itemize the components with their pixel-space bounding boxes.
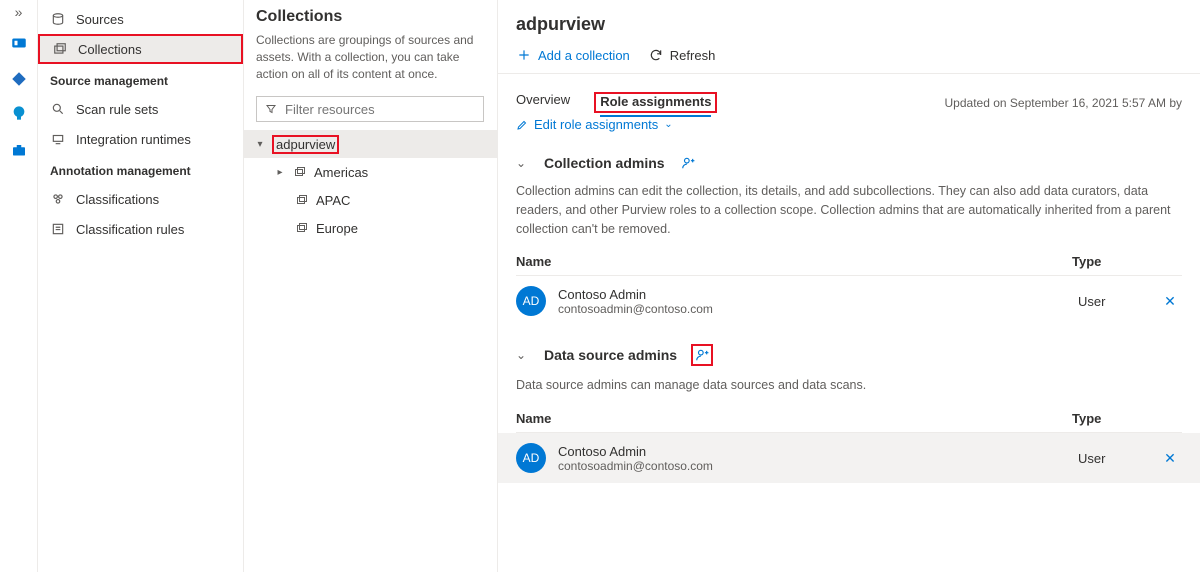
collections-tree-panel: Collections Collections are groupings of…: [244, 0, 498, 572]
avatar: AD: [516, 286, 546, 316]
sidebar-item-scan-rule-sets[interactable]: Scan rule sets: [38, 94, 243, 124]
section-title: Collection admins: [544, 155, 665, 171]
sidebar-item-label: Classifications: [76, 192, 159, 207]
table-row: AD Contoso Admin contosoadmin@contoso.co…: [498, 433, 1200, 483]
edit-label: Edit role assignments: [534, 117, 658, 132]
pencil-icon: [516, 119, 528, 131]
person-type: User: [1078, 294, 1158, 309]
collections-icon: [52, 42, 68, 56]
rail-insights-icon[interactable]: [6, 102, 32, 128]
collection-icon: [294, 222, 310, 234]
page-title: adpurview: [516, 14, 1182, 35]
refresh-button[interactable]: Refresh: [648, 47, 716, 63]
table-row: AD Contoso Admin contosoadmin@contoso.co…: [516, 276, 1182, 326]
classification-rules-icon: [50, 222, 66, 236]
column-type: Type: [1072, 411, 1182, 426]
section-description: Collection admins can edit the collectio…: [516, 182, 1182, 238]
collection-icon: [294, 194, 310, 206]
chevron-down-icon[interactable]: ⌄: [516, 348, 530, 362]
tree-node-apac[interactable]: APAC: [244, 186, 497, 214]
classifications-icon: [50, 192, 66, 206]
remove-button[interactable]: ✕: [1158, 450, 1182, 467]
chevron-down-icon[interactable]: ⌄: [516, 156, 530, 170]
tab-overview[interactable]: Overview: [516, 92, 570, 113]
tree-node-europe[interactable]: Europe: [244, 214, 497, 242]
sidebar-item-integration-runtimes[interactable]: Integration runtimes: [38, 124, 243, 154]
rail-catalog-icon[interactable]: [6, 66, 32, 92]
refresh-icon: [648, 47, 664, 63]
tree-node-label: adpurview: [276, 137, 335, 152]
person-email: contosoadmin@contoso.com: [558, 459, 1078, 473]
section-title: Data source admins: [544, 347, 677, 363]
button-label: Add a collection: [538, 48, 630, 63]
sidebar-item-label: Classification rules: [76, 222, 184, 237]
sidebar-item-classification-rules[interactable]: Classification rules: [38, 214, 243, 244]
edit-role-assignments-button[interactable]: Edit role assignments ⌄: [516, 117, 1182, 132]
runtime-icon: [50, 132, 66, 146]
section-data-source-admins: ⌄ Data source admins Data source admins …: [498, 332, 1200, 489]
filter-icon: [265, 103, 277, 115]
column-type: Type: [1072, 254, 1182, 269]
sidebar-item-sources[interactable]: Sources: [38, 4, 243, 34]
person-name: Contoso Admin: [558, 287, 1078, 302]
panel-title: Collections: [256, 8, 485, 26]
rail-expand-button[interactable]: »: [15, 4, 23, 20]
icon-rail: »: [0, 0, 38, 572]
button-label: Refresh: [670, 48, 716, 63]
sidebar-item-classifications[interactable]: Classifications: [38, 184, 243, 214]
sidebar-item-label: Scan rule sets: [76, 102, 158, 117]
remove-button[interactable]: ✕: [1158, 293, 1182, 310]
person-type: User: [1078, 451, 1158, 466]
sidebar: Sources Collections Source management Sc…: [38, 0, 244, 572]
main-content: adpurview Add a collection Refresh Overv…: [498, 0, 1200, 572]
section-description: Data source admins can manage data sourc…: [516, 376, 1182, 395]
rail-management-icon[interactable]: [6, 138, 32, 164]
tree-node-label: Europe: [316, 221, 358, 236]
tree-collapse-icon[interactable]: ▾: [254, 139, 266, 150]
person-name: Contoso Admin: [558, 444, 1078, 459]
tree-node-root[interactable]: ▾ adpurview: [244, 130, 497, 158]
avatar: AD: [516, 443, 546, 473]
sources-icon: [50, 12, 66, 26]
sidebar-item-label: Integration runtimes: [76, 132, 191, 147]
sidebar-item-collections[interactable]: Collections: [38, 34, 243, 64]
person-email: contosoadmin@contoso.com: [558, 302, 1078, 316]
add-collection-button[interactable]: Add a collection: [516, 47, 630, 63]
collection-icon: [292, 166, 308, 178]
section-collection-admins: ⌄ Collection admins Collection admins ca…: [498, 142, 1200, 332]
rail-data-map-icon[interactable]: [6, 30, 32, 56]
updated-timestamp: Updated on September 16, 2021 5:57 AM by: [945, 96, 1183, 110]
add-person-button[interactable]: [691, 344, 713, 366]
plus-icon: [516, 47, 532, 63]
scan-icon: [50, 102, 66, 116]
chevron-down-icon: ⌄: [664, 119, 672, 130]
panel-subtitle: Collections are groupings of sources and…: [256, 32, 485, 82]
filter-resources-input[interactable]: [256, 96, 484, 122]
sidebar-item-label: Sources: [76, 12, 124, 27]
tree-node-americas[interactable]: ▸ Americas: [244, 158, 497, 186]
sidebar-item-label: Collections: [78, 42, 142, 57]
add-person-button[interactable]: [679, 154, 697, 172]
sidebar-heading-source-mgmt: Source management: [38, 64, 243, 94]
tree-node-label: APAC: [316, 193, 350, 208]
tree-expand-icon[interactable]: ▸: [274, 167, 286, 178]
column-name: Name: [516, 254, 1072, 269]
tree-node-label: Americas: [314, 165, 368, 180]
filter-input-field[interactable]: [285, 102, 475, 117]
column-name: Name: [516, 411, 1072, 426]
sidebar-heading-annotation-mgmt: Annotation management: [38, 154, 243, 184]
